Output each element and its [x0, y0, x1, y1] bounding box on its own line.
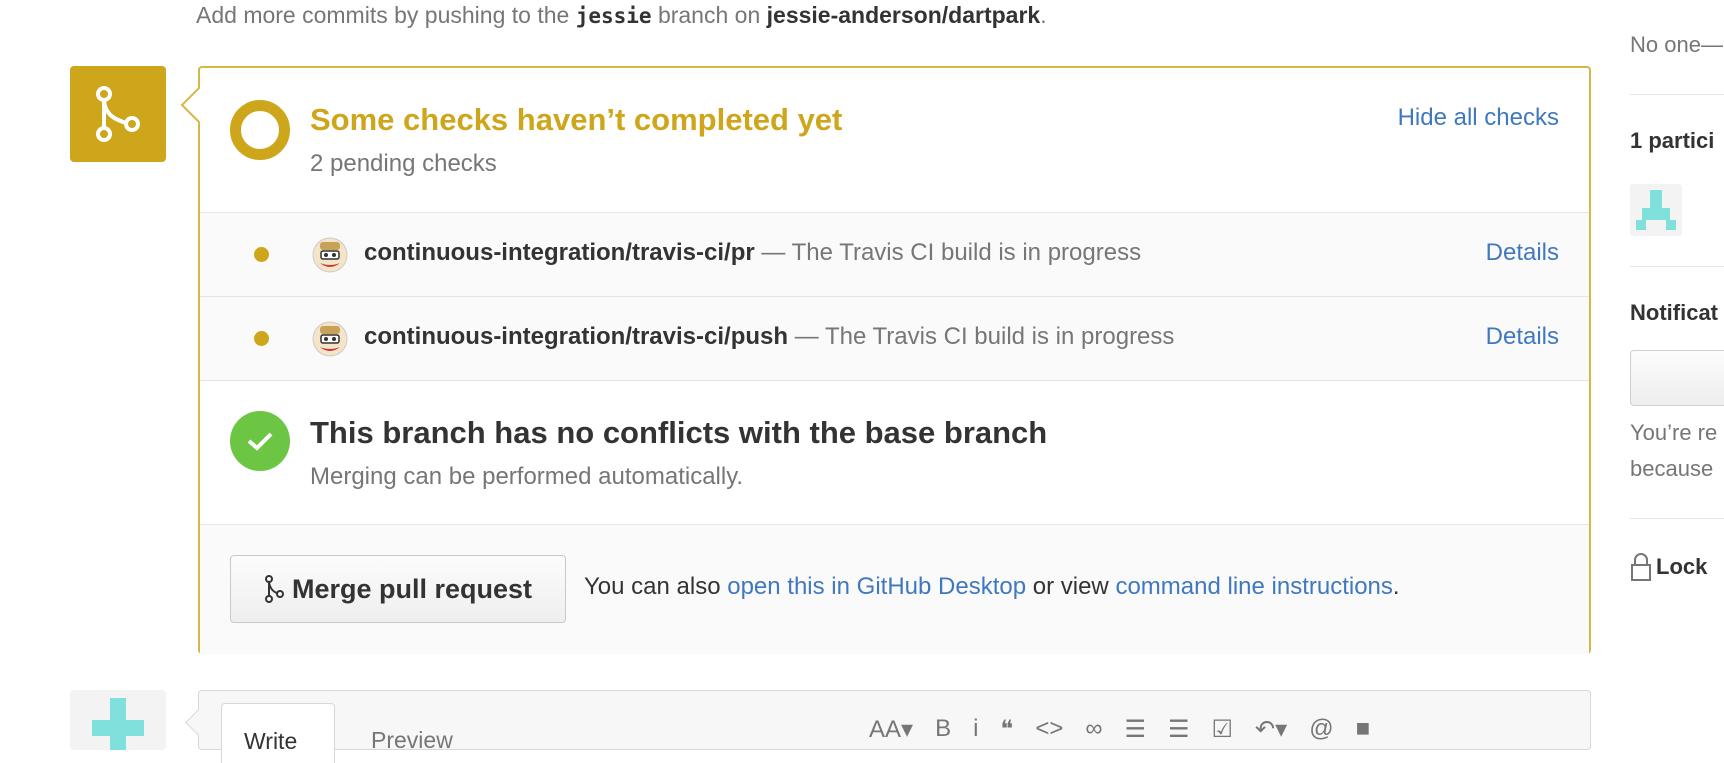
merge-alternatives: You can also open this in GitHub Desktop… — [584, 573, 1400, 601]
check-details-link[interactable]: Details — [1486, 323, 1559, 351]
check-description: The Travis CI build is in progress — [791, 239, 1142, 266]
link-icon[interactable]: ∞ — [1085, 715, 1102, 744]
lock-label: Lock — [1656, 554, 1708, 579]
check-details-link[interactable]: Details — [1486, 239, 1559, 267]
conflicts-section: This branch has no conflicts with the ba… — [200, 380, 1589, 524]
push-hint: Add more commits by pushing to the jessi… — [196, 2, 1047, 29]
git-merge-icon — [264, 575, 284, 603]
bookmark-icon[interactable]: ■ — [1356, 715, 1371, 744]
command-line-instructions-link[interactable]: command line instructions — [1115, 573, 1392, 600]
merge-pull-request-button[interactable]: Merge pull request — [230, 555, 566, 623]
code-icon[interactable]: <> — [1035, 715, 1063, 744]
check-name: continuous-integration/travis-ci/push — [364, 323, 789, 350]
check-text: continuous-integration/travis-ci/pr — Th… — [364, 239, 1141, 267]
tab-write[interactable]: Write — [221, 703, 335, 763]
checks-status-title: Some checks haven’t completed yet — [310, 102, 843, 137]
task-list-icon[interactable]: ☑ — [1212, 715, 1234, 744]
git-merge-icon — [96, 86, 140, 142]
conflicts-title: This branch has no conflicts with the ba… — [310, 415, 1048, 450]
participants-heading: 1 partici — [1630, 128, 1715, 153]
travis-ci-avatar-icon — [312, 321, 348, 357]
unordered-list-icon[interactable]: ☰ — [1124, 715, 1146, 744]
lock-icon — [1631, 553, 1651, 581]
comment-form: Write Preview AA▾ B i ❝ <> ∞ ☰ ☰ ☑ ↶▾ @ … — [198, 690, 1591, 763]
push-hint-suffix: . — [1040, 2, 1047, 28]
tab-preview[interactable]: Preview — [371, 727, 453, 754]
pending-dot-icon — [254, 331, 269, 346]
branch-name: jessie — [575, 4, 652, 28]
open-in-desktop-link[interactable]: open this in GitHub Desktop — [727, 573, 1026, 600]
merge-status-badge — [70, 66, 166, 162]
merge-box: Some checks haven’t completed yet 2 pend… — [198, 66, 1591, 654]
sidebar: No one— 1 partici Notificat You’re re be… — [1630, 0, 1724, 734]
notification-reason-line: because — [1630, 456, 1714, 481]
sidebar-divider — [1630, 518, 1724, 519]
header-text-icon[interactable]: AA▾ — [869, 715, 913, 744]
repo-name: jessie-anderson/dartpark — [766, 2, 1041, 28]
identicon-avatar-icon — [1636, 190, 1676, 230]
subscribe-button[interactable] — [1630, 350, 1724, 406]
ordered-list-icon[interactable]: ☰ — [1168, 715, 1190, 744]
checks-status-subtitle: 2 pending checks — [310, 150, 497, 177]
sidebar-divider — [1630, 94, 1724, 95]
identicon-avatar-icon — [92, 698, 144, 750]
check-separator: — — [761, 239, 786, 266]
merge-alt-middle: or view — [1032, 573, 1109, 600]
quote-icon[interactable]: ❝ — [1000, 715, 1013, 744]
push-hint-prefix: Add more commits by pushing to the — [196, 2, 570, 28]
assignees-value: No one— — [1630, 32, 1723, 57]
check-success-icon — [230, 411, 290, 471]
merge-actions: Merge pull request You can also open thi… — [200, 524, 1589, 654]
participant-avatar[interactable] — [1630, 184, 1682, 236]
notification-reason-line: You’re re — [1630, 420, 1718, 445]
pending-status-icon — [230, 100, 290, 160]
lock-conversation-link[interactable]: Lock — [1630, 552, 1707, 582]
markdown-toolbar: AA▾ B i ❝ <> ∞ ☰ ☰ ☑ ↶▾ @ ■ — [869, 715, 1370, 744]
push-hint-middle: branch on — [657, 2, 761, 28]
check-text: continuous-integration/travis-ci/push — … — [364, 323, 1174, 351]
mention-icon[interactable]: @ — [1309, 715, 1333, 744]
check-description: The Travis CI build is in progress — [824, 323, 1175, 350]
check-name: continuous-integration/travis-ci/pr — [364, 239, 755, 266]
italic-icon[interactable]: i — [973, 715, 978, 744]
notifications-heading: Notificat — [1630, 300, 1718, 325]
checks-status-header: Some checks haven’t completed yet 2 pend… — [200, 68, 1589, 212]
reply-icon[interactable]: ↶▾ — [1255, 715, 1287, 744]
sidebar-divider — [1630, 266, 1724, 267]
merge-button-label: Merge pull request — [291, 573, 533, 604]
check-row: continuous-integration/travis-ci/pr — Th… — [200, 212, 1589, 296]
check-separator: — — [794, 323, 819, 350]
travis-ci-avatar-icon — [312, 237, 348, 273]
pending-dot-icon — [254, 247, 269, 262]
hide-all-checks-link[interactable]: Hide all checks — [1398, 104, 1559, 132]
bold-icon[interactable]: B — [935, 715, 951, 744]
avatar — [70, 690, 166, 750]
check-row: continuous-integration/travis-ci/push — … — [200, 296, 1589, 380]
merge-alt-prefix: You can also — [584, 573, 721, 600]
merge-alt-suffix: . — [1392, 573, 1400, 600]
conflicts-subtitle: Merging can be performed automatically. — [310, 463, 744, 490]
